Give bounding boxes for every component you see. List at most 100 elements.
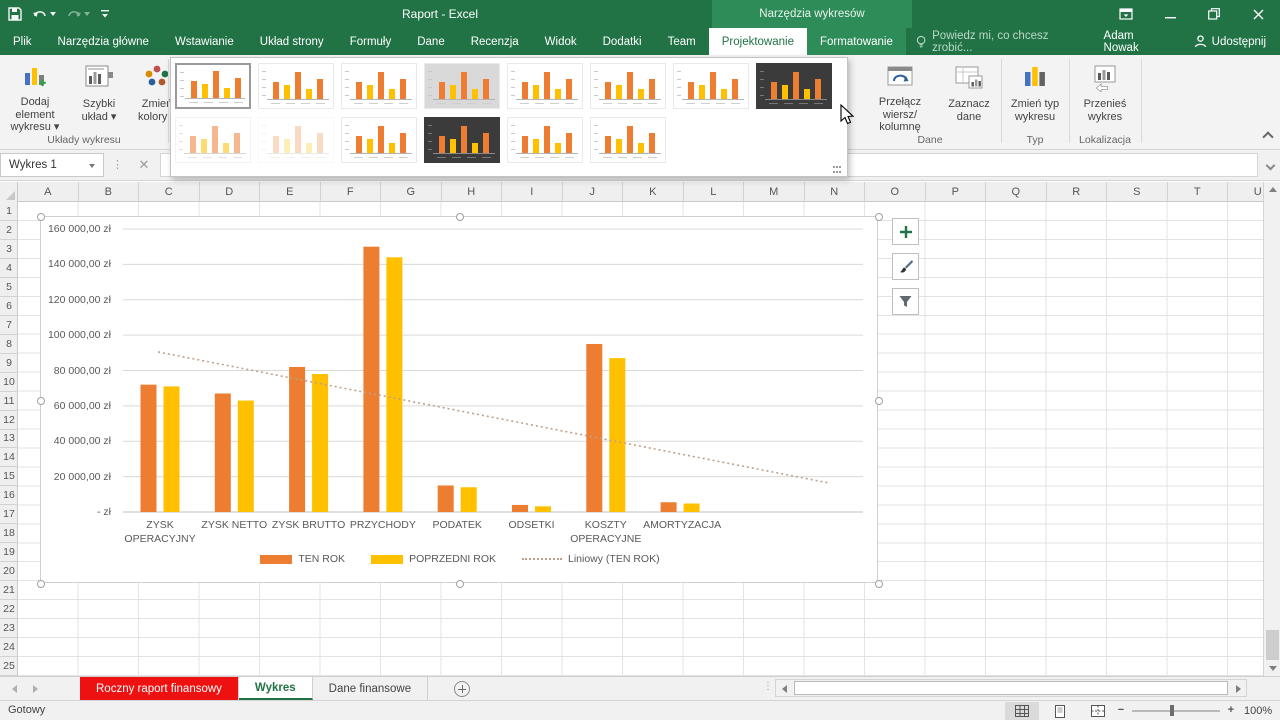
close-button[interactable] — [1236, 0, 1280, 28]
chart-selection-handle[interactable] — [456, 580, 464, 588]
row-header-19[interactable]: 19 — [0, 543, 18, 562]
quick-layout-button[interactable]: Szybki układ ▾ — [68, 59, 130, 131]
page-break-view-button[interactable] — [1081, 702, 1115, 720]
page-layout-view-button[interactable] — [1043, 702, 1077, 720]
tell-me-box[interactable]: Powiedz mi, co chcesz zrobić... — [906, 28, 1092, 55]
tab-scroll-divider[interactable]: ⋮ — [763, 681, 773, 692]
column-header-M[interactable]: M — [744, 182, 805, 202]
restore-button[interactable] — [1192, 0, 1236, 28]
row-header-15[interactable]: 15 — [0, 467, 18, 486]
tab-widok[interactable]: Widok — [532, 28, 590, 55]
collapse-ribbon-button[interactable] — [1262, 131, 1273, 142]
bar-poprzedni-rok[interactable] — [461, 487, 477, 512]
cancel-icon[interactable]: ✕ — [132, 153, 156, 177]
move-chart-button[interactable]: Przenieś wykres — [1072, 59, 1138, 131]
column-header-F[interactable]: F — [321, 182, 382, 202]
change-chart-type-button[interactable]: Zmień typ wykresu — [1004, 59, 1066, 131]
column-header-N[interactable]: N — [805, 182, 866, 202]
column-header-R[interactable]: R — [1047, 182, 1108, 202]
tab-dane[interactable]: Dane — [404, 28, 458, 55]
column-header-O[interactable]: O — [865, 182, 926, 202]
chart-style-thumbnail[interactable] — [424, 63, 500, 109]
column-header-A[interactable]: A — [18, 182, 79, 202]
horizontal-scrollbar[interactable] — [775, 679, 1247, 697]
chart-style-thumbnail[interactable] — [341, 63, 417, 109]
tab-wstawianie[interactable]: Wstawianie — [162, 28, 247, 55]
tab-recenzja[interactable]: Recenzja — [458, 28, 532, 55]
row-header-5[interactable]: 5 — [0, 278, 18, 297]
sheet-tab-roczny-raport-finansowy[interactable]: Roczny raport finansowy — [80, 677, 239, 700]
row-header-3[interactable]: 3 — [0, 240, 18, 259]
chart-selection-handle[interactable] — [456, 213, 464, 221]
bar-ten-rok[interactable] — [289, 367, 305, 512]
zoom-in-button[interactable]: + — [1224, 704, 1238, 716]
zoom-slider-thumb[interactable] — [1170, 705, 1174, 716]
bar-ten-rok[interactable] — [586, 344, 602, 512]
bar-poprzedni-rok[interactable] — [238, 401, 254, 512]
chart-selection-handle[interactable] — [875, 397, 883, 405]
select-all-button[interactable] — [0, 182, 18, 202]
row-header-22[interactable]: 22 — [0, 600, 18, 619]
tab-formatowanie[interactable]: Formatowanie — [807, 28, 906, 55]
chart-area[interactable]: ZYSK OPERACYJNYZYSK NETTOZYSK BRUTTOPRZY… — [40, 216, 878, 583]
bar-poprzedni-rok[interactable] — [386, 257, 402, 512]
bar-poprzedni-rok[interactable] — [684, 504, 700, 512]
sheet-tab-wykres[interactable]: Wykres — [239, 677, 313, 700]
tab-formu-y[interactable]: Formuły — [337, 28, 405, 55]
row-header-25[interactable]: 25 — [0, 657, 18, 676]
bar-ten-rok[interactable] — [512, 505, 528, 512]
row-header-16[interactable]: 16 — [0, 486, 18, 505]
add-chart-element-button[interactable]: Dodaj element wykresu ▾ — [4, 59, 66, 131]
chart-style-thumbnail[interactable] — [175, 63, 251, 109]
row-header-17[interactable]: 17 — [0, 505, 18, 524]
trendline[interactable] — [158, 352, 828, 483]
chart-selection-handle[interactable] — [875, 213, 883, 221]
bar-poprzedni-rok[interactable] — [312, 374, 328, 512]
prev-sheet-icon[interactable] — [12, 685, 17, 693]
switch-row-column-button[interactable]: Przełącz wiersz/ kolumnę — [862, 59, 938, 131]
chart-selection-handle[interactable] — [37, 580, 45, 588]
column-header-L[interactable]: L — [684, 182, 745, 202]
row-header-8[interactable]: 8 — [0, 335, 18, 354]
column-header-K[interactable]: K — [623, 182, 684, 202]
tab-narz-dzia-g-wne[interactable]: Narzędzia główne — [45, 28, 162, 55]
column-header-S[interactable]: S — [1107, 182, 1168, 202]
share-button[interactable]: Udostępnij — [1180, 28, 1280, 55]
chart-style-thumbnail[interactable] — [590, 117, 666, 163]
row-header-1[interactable]: 1 — [0, 202, 18, 221]
row-header-12[interactable]: 12 — [0, 411, 18, 430]
chart-style-thumbnail[interactable] — [258, 63, 334, 109]
name-box[interactable]: Wykres 1 — [0, 153, 104, 177]
column-header-C[interactable]: C — [139, 182, 200, 202]
row-header-21[interactable]: 21 — [0, 581, 18, 600]
bar-ten-rok[interactable] — [141, 385, 157, 512]
tab-dodatki[interactable]: Dodatki — [590, 28, 655, 55]
column-header-D[interactable]: D — [200, 182, 261, 202]
chart-selection-handle[interactable] — [37, 397, 45, 405]
user-name[interactable]: Adam Nowak — [1092, 28, 1180, 55]
gallery-resize-handle[interactable] — [833, 166, 843, 174]
row-header-24[interactable]: 24 — [0, 638, 18, 657]
vertical-scrollbar[interactable] — [1263, 182, 1280, 676]
chart-filters-button[interactable] — [892, 288, 919, 315]
row-header-20[interactable]: 20 — [0, 562, 18, 581]
chart-style-thumbnail[interactable] — [673, 63, 749, 109]
bar-ten-rok[interactable] — [363, 247, 379, 512]
horizontal-scrollbar-thumb[interactable] — [794, 681, 1228, 695]
chart-elements-button[interactable] — [892, 218, 919, 245]
column-header-I[interactable]: I — [502, 182, 563, 202]
new-sheet-button[interactable] — [454, 681, 470, 697]
next-sheet-icon[interactable] — [33, 685, 38, 693]
bar-poprzedni-rok[interactable] — [535, 506, 551, 512]
chart-style-thumbnail[interactable] — [175, 117, 251, 163]
bar-poprzedni-rok[interactable] — [164, 386, 180, 512]
select-data-button[interactable]: Zaznacz dane — [940, 59, 998, 131]
bar-poprzedni-rok[interactable] — [609, 358, 625, 512]
row-header-13[interactable]: 13 — [0, 430, 18, 449]
row-header-18[interactable]: 18 — [0, 524, 18, 543]
column-header-J[interactable]: J — [563, 182, 624, 202]
minimize-button[interactable] — [1148, 0, 1192, 28]
chart-style-thumbnail[interactable] — [590, 63, 666, 109]
bar-ten-rok[interactable] — [661, 502, 677, 512]
scroll-up-icon[interactable] — [1264, 182, 1280, 197]
